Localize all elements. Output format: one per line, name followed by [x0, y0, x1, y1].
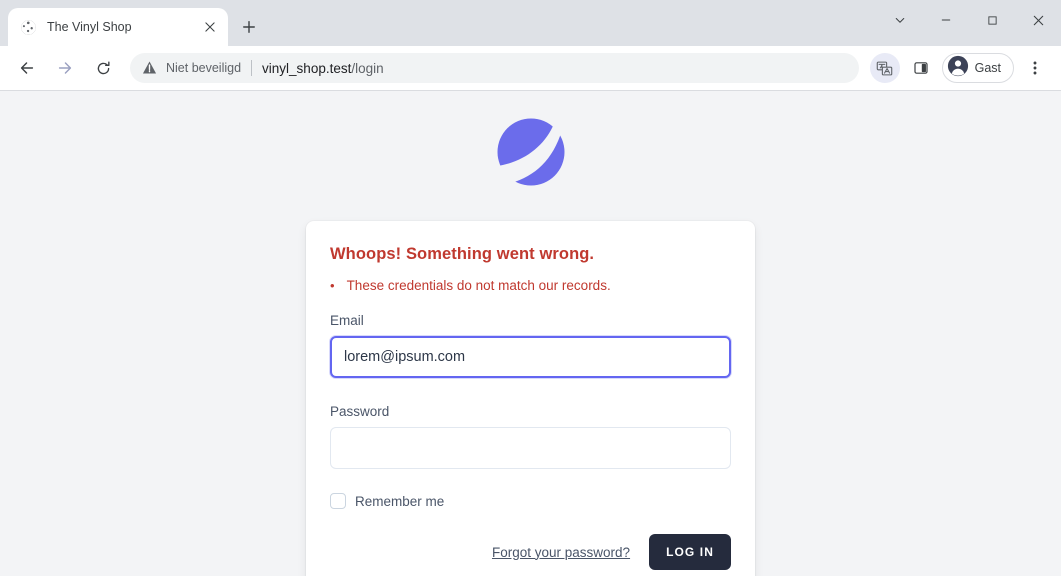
- password-input[interactable]: [330, 427, 731, 469]
- tab-strip: The Vinyl Shop: [0, 0, 1061, 46]
- page-viewport: Whoops! Something went wrong. • These cr…: [0, 91, 1061, 576]
- browser-menu-icon[interactable]: [1020, 53, 1050, 83]
- remember-me-label: Remember me: [355, 493, 445, 509]
- side-panel-icon[interactable]: [906, 53, 936, 83]
- url-text: vinyl_shop.test/login: [262, 61, 384, 76]
- forward-button[interactable]: [49, 52, 81, 84]
- address-bar[interactable]: Niet beveiligd vinyl_shop.test/login: [130, 53, 859, 83]
- email-label: Email: [330, 313, 364, 328]
- error-list-item: • These credentials do not match our rec…: [330, 278, 731, 293]
- login-card: Whoops! Something went wrong. • These cr…: [306, 221, 755, 576]
- error-title: Whoops! Something went wrong.: [330, 245, 595, 263]
- remember-me-row[interactable]: Remember me: [330, 493, 731, 509]
- avatar: [947, 55, 969, 82]
- globe-favicon-icon: [20, 19, 37, 36]
- back-button[interactable]: [11, 52, 43, 84]
- error-message: These credentials do not match our recor…: [346, 278, 611, 293]
- bullet-icon: •: [330, 278, 335, 293]
- app-logo: [495, 116, 567, 188]
- close-window-icon[interactable]: [1015, 0, 1061, 40]
- profile-name: Gast: [974, 61, 1001, 75]
- reload-button[interactable]: [87, 52, 119, 84]
- browser-toolbar: Niet beveiligd vinyl_shop.test/login Gas…: [0, 46, 1061, 91]
- tab-title: The Vinyl Shop: [47, 20, 132, 34]
- password-label: Password: [330, 404, 390, 419]
- window-controls: [877, 0, 1061, 40]
- forgot-password-link[interactable]: Forgot your password?: [492, 545, 630, 560]
- close-tab-icon[interactable]: [200, 17, 220, 37]
- maximize-icon[interactable]: [969, 0, 1015, 40]
- login-button[interactable]: Log in: [649, 534, 731, 570]
- browser-window: The Vinyl Shop Niet beveiligd vinyl_shop…: [0, 0, 1061, 576]
- form-actions: Forgot your password? Log in: [330, 534, 731, 570]
- error-list: • These credentials do not match our rec…: [330, 278, 731, 293]
- email-input[interactable]: [330, 336, 731, 378]
- url-host: vinyl_shop.test: [262, 60, 352, 76]
- password-field-group: Password: [330, 404, 731, 469]
- browser-tab[interactable]: The Vinyl Shop: [8, 8, 228, 46]
- profile-button[interactable]: Gast: [941, 53, 1014, 83]
- tab-search-icon[interactable]: [877, 0, 923, 40]
- translate-icon[interactable]: [869, 53, 900, 83]
- remember-me-checkbox[interactable]: [330, 493, 346, 509]
- not-secure-warning-icon[interactable]: [142, 60, 158, 76]
- omnibox-divider: [251, 60, 253, 76]
- field-spacer: [330, 382, 731, 404]
- new-tab-button[interactable]: [234, 12, 264, 42]
- minimize-icon[interactable]: [923, 0, 969, 40]
- email-field-group: Email: [330, 313, 731, 378]
- url-path: /login: [351, 60, 384, 76]
- security-status-text: Niet beveiligd: [166, 61, 242, 75]
